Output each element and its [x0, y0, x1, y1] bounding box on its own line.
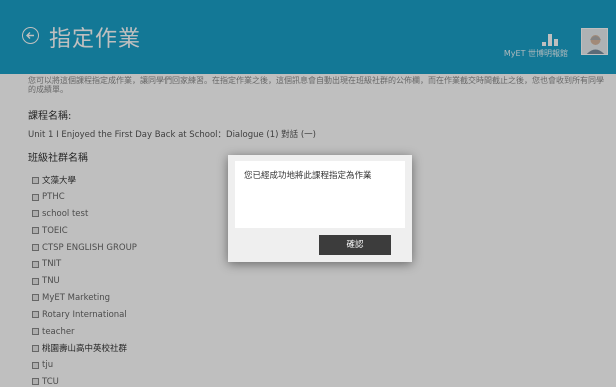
- confirm-button[interactable]: 確認: [319, 235, 391, 255]
- dialog-body: 您已經成功地將此課程指定為作業: [235, 161, 405, 228]
- dialog-message: 您已經成功地將此課程指定為作業: [244, 171, 372, 181]
- confirmation-dialog: 您已經成功地將此課程指定為作業 確認: [228, 155, 412, 262]
